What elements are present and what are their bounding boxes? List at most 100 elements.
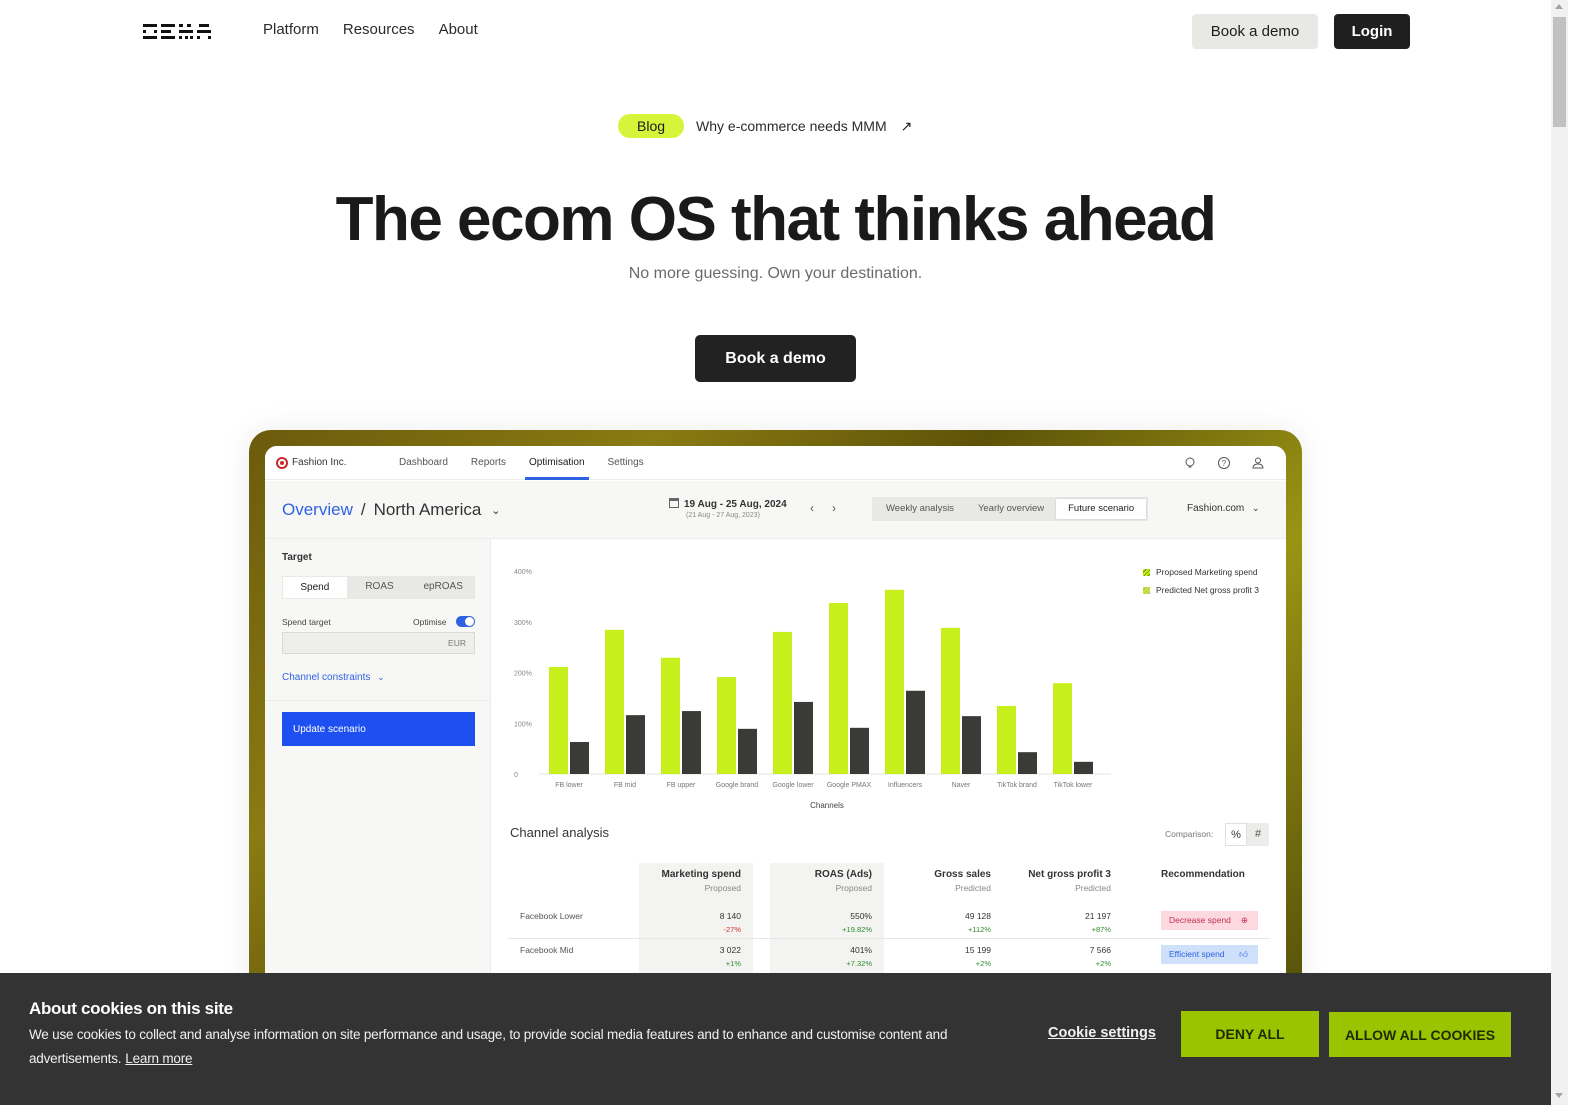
cookie-banner: About cookies on this site We use cookie… (0, 973, 1551, 1105)
channel-constraints-label: Channel constraints (282, 672, 371, 683)
date-range-picker[interactable]: 19 Aug - 25 Aug, 2024 (21 Aug - 27 Aug, … (669, 498, 787, 519)
hash-icon[interactable]: # (1247, 823, 1269, 846)
col-net-gross-profit[interactable]: Net gross profit 3 Predicted (991, 869, 1111, 893)
nav-resources[interactable]: Resources (343, 21, 415, 38)
book-demo-button-hero[interactable]: Book a demo (695, 335, 856, 382)
store-select[interactable]: Fashion.com ⌄ (1187, 503, 1260, 514)
recommendation-badge[interactable]: Efficient spend 👍︎ (1161, 945, 1258, 964)
update-scenario-button[interactable]: Update scenario (282, 712, 475, 746)
x-tick-label: Google PMAX (827, 782, 872, 789)
legend-item[interactable]: Predicted Net gross profit 3 (1143, 585, 1259, 595)
scrollbar-thumb[interactable] (1553, 17, 1566, 127)
spend-target-input[interactable]: EUR (282, 632, 475, 654)
book-demo-button-nav[interactable]: Book a demo (1192, 14, 1318, 49)
x-tick-label: Google brand (716, 782, 759, 789)
dema-logo[interactable] (143, 24, 213, 39)
row-channel[interactable]: Facebook Mid (520, 945, 573, 955)
chevron-right-icon[interactable]: › (832, 501, 836, 515)
cookie-settings-link[interactable]: Cookie settings (1048, 1025, 1156, 1041)
target-roas[interactable]: ROAS (348, 576, 412, 599)
col-roas[interactable]: ROAS (Ads) Proposed (772, 869, 872, 893)
sidebar-divider (265, 700, 490, 701)
legend-swatch-spend (1143, 568, 1150, 576)
chart-legend: Proposed Marketing spend Predicted Net g… (1143, 567, 1259, 603)
app-header: Fashion Inc. Dashboard Reports Optimisat… (265, 446, 1286, 480)
learn-more-link[interactable]: Learn more (125, 1051, 192, 1066)
app-tabs: Dashboard Reports Optimisation Settings (399, 446, 667, 480)
hero-subtitle: No more guessing. Own your destination. (628, 265, 923, 282)
nav-platform[interactable]: Platform (263, 21, 319, 38)
cookie-title: About cookies on this site (29, 999, 233, 1018)
scroll-up-icon[interactable] (1555, 4, 1563, 9)
login-button[interactable]: Login (1334, 14, 1410, 49)
scroll-down-icon[interactable] (1555, 1093, 1563, 1098)
breadcrumb-separator: / (360, 500, 366, 519)
date-compare: (21 Aug - 27 Aug, 2023) (686, 512, 760, 519)
app-tab-reports[interactable]: Reports (471, 446, 506, 480)
bar-net-gross-profit (1018, 752, 1037, 774)
channel-analysis-title: Channel analysis (510, 825, 610, 840)
optimise-label: Optimise (413, 617, 447, 627)
percent-icon[interactable]: % (1225, 823, 1247, 846)
bar-net-gross-profit (794, 701, 813, 774)
view-weekly-analysis[interactable]: Weekly analysis (874, 499, 966, 519)
view-yearly-overview[interactable]: Yearly overview (966, 499, 1056, 519)
spend-target-label: Spend target (282, 617, 331, 627)
page-scrollbar[interactable] (1551, 0, 1568, 1105)
announcement-link[interactable]: Blog Why e-commerce needs MMM ↗ (618, 114, 912, 138)
chevron-left-icon[interactable]: ‹ (810, 501, 814, 515)
optimise-toggle[interactable] (456, 616, 475, 627)
date-range: 19 Aug - 25 Aug, 2024 (684, 499, 787, 510)
col-recommendation[interactable]: Recommendation (1161, 869, 1271, 880)
deny-all-button[interactable]: DENY ALL (1181, 1011, 1319, 1057)
region-selector[interactable]: North America (374, 500, 482, 520)
channel-constraints-dropdown[interactable]: Channel constraints ⌄ (282, 672, 385, 683)
target-eproas[interactable]: epROAS (411, 576, 475, 599)
col-gross-sales[interactable]: Gross sales Predicted (891, 869, 991, 893)
target-spend[interactable]: Spend (283, 577, 347, 598)
x-tick-label: FB upper (667, 782, 696, 789)
target-switcher: Spend ROAS epROAS (282, 576, 475, 599)
legend-label: Predicted Net gross profit 3 (1156, 585, 1259, 595)
bar-marketing-spend (773, 631, 792, 774)
allow-all-cookies-button[interactable]: ALLOW ALL COOKIES (1329, 1012, 1511, 1057)
app-tab-optimisation[interactable]: Optimisation (524, 446, 589, 480)
arrow-down-circle-icon: ⊕ (1240, 915, 1248, 925)
nav-about[interactable]: About (439, 21, 478, 38)
bar-net-gross-profit (738, 728, 757, 774)
chevron-down-icon: ⌄ (1252, 503, 1260, 513)
row-channel[interactable]: Facebook Lower (520, 911, 583, 921)
bar-net-gross-profit (962, 716, 981, 774)
comparison-toggle: % # (1225, 823, 1269, 846)
app-tab-dashboard[interactable]: Dashboard (399, 446, 448, 480)
y-tick-label: 300% (514, 620, 532, 627)
bar-marketing-spend (661, 657, 680, 774)
breadcrumb-overview[interactable]: Overview (282, 500, 353, 520)
lightbulb-icon[interactable] (1183, 456, 1197, 470)
col-marketing-spend[interactable]: Marketing spend Proposed (641, 869, 741, 893)
chevron-down-icon[interactable]: ⌄ (491, 504, 500, 517)
bar-marketing-spend (885, 589, 904, 774)
user-icon[interactable] (1251, 456, 1265, 470)
top-nav: Platform Resources About Book a demo Log… (0, 0, 1551, 62)
app-tab-settings[interactable]: Settings (608, 446, 644, 480)
thumbs-up-icon: 👍︎ (1239, 949, 1248, 959)
x-tick-label: FB lower (555, 782, 583, 789)
chevron-down-icon: ⌄ (377, 672, 385, 682)
row-divider (508, 938, 1270, 939)
cell-spend: 3 022 +1% (719, 945, 741, 968)
cell-gross: 49 128 +112% (965, 911, 991, 934)
cell-gross: 15 199 +2% (965, 945, 991, 968)
recommendation-badge[interactable]: Decrease spend ⊕ (1161, 911, 1258, 930)
legend-item[interactable]: Proposed Marketing spend (1143, 567, 1259, 577)
cookie-text: We use cookies to collect and analyse in… (29, 1023, 959, 1071)
app-preview: Fashion Inc. Dashboard Reports Optimisat… (265, 446, 1286, 1030)
bar-net-gross-profit (850, 727, 869, 774)
view-future-scenario[interactable]: Future scenario (1056, 499, 1147, 519)
target-title: Target (282, 552, 312, 563)
help-icon[interactable]: ? (1217, 456, 1231, 470)
date-nav: ‹ › (810, 501, 836, 515)
bar-net-gross-profit (682, 711, 701, 774)
x-tick-label: Influencers (888, 782, 923, 789)
bar-marketing-spend (997, 705, 1016, 774)
